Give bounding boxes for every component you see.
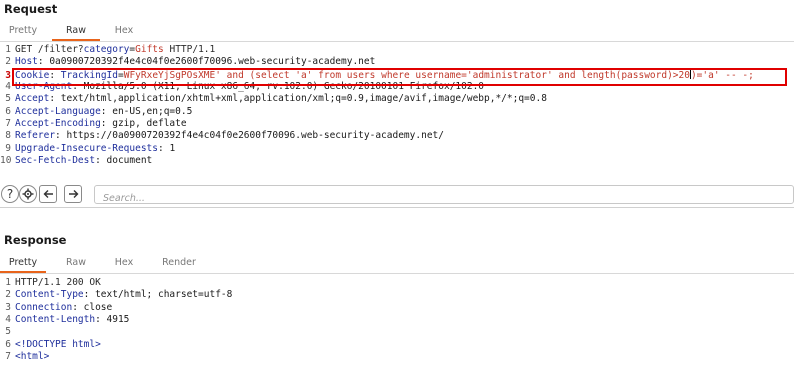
request-tabbar: Pretty Raw Hex xyxy=(0,21,794,42)
code-token: Accept xyxy=(15,93,50,105)
line-number: 1 xyxy=(5,277,11,288)
line-number: 3 xyxy=(5,301,11,313)
search-box[interactable] xyxy=(94,185,794,207)
line-number: 10 xyxy=(0,155,12,167)
code-token: Accept-Encoding xyxy=(15,118,101,130)
help-icon[interactable]: ? xyxy=(1,185,19,203)
code-token: Host xyxy=(15,56,38,68)
code-token: WFyRxeYjSgPOsXME' and (select 'a' from u… xyxy=(123,69,690,81)
response-line: 3 Connection: close xyxy=(0,302,794,314)
code-token: GET /filter? xyxy=(15,44,84,55)
code-token: HTTP/1.1 200 OK xyxy=(15,277,101,288)
response-line: 7 <html> xyxy=(0,351,794,363)
request-line: 7 Accept-Encoding: gzip, deflate xyxy=(0,118,794,130)
code-token: TrackingId xyxy=(60,69,118,81)
response-line: 2 Content-Type: text/html; charset=utf-8 xyxy=(0,289,794,301)
request-tab-pretty[interactable]: Pretty xyxy=(0,21,46,40)
line-number: 7 xyxy=(5,118,11,130)
request-line: 8 Referer: https://0a0900720392f4e4c04f0e… xyxy=(0,130,794,142)
settings-icon[interactable] xyxy=(19,185,37,203)
code-token: HTTP/1.1 xyxy=(163,44,216,55)
line-number: 5 xyxy=(5,326,11,338)
code-token: Upgrade-Insecure-Requests xyxy=(15,142,158,154)
code-token: : xyxy=(49,69,61,81)
response-tab-pretty[interactable]: Pretty xyxy=(0,253,46,273)
line-number: 9 xyxy=(5,142,11,154)
request-line: 2 Host: 0a0900720392f4e4c04f0e2600f70096.… xyxy=(0,56,794,68)
back-arrow-icon[interactable] xyxy=(39,185,57,203)
code-token: User-Agent xyxy=(15,81,73,93)
code-token: : gzip, deflate xyxy=(100,118,187,130)
code-token: <html> xyxy=(15,351,50,363)
response-line: 1 HTTP/1.1 200 OK xyxy=(0,277,794,289)
search-toolbar: ? xyxy=(0,183,794,207)
line-number: 2 xyxy=(5,289,11,301)
request-title: Request xyxy=(4,2,58,16)
request-line: 4 User-Agent: Mozilla/5.0 (X11; Linux x86… xyxy=(0,81,794,93)
request-tab-hex[interactable]: Hex xyxy=(102,21,146,40)
code-token: Referer xyxy=(15,130,56,142)
line-number: 5 xyxy=(5,93,11,105)
code-token: : close xyxy=(72,301,113,313)
request-line: 5 Accept: text/html,application/xhtml+xml… xyxy=(0,93,794,105)
line-number: 2 xyxy=(5,56,11,68)
code-token: Sec-Fetch-Dest xyxy=(15,155,96,167)
response-line: 5 xyxy=(0,326,794,338)
code-token: Cookie xyxy=(15,69,50,81)
code-token: : 0a0900720392f4e4c04f0e2600f70096.web-s… xyxy=(37,56,376,68)
response-tab-render[interactable]: Render xyxy=(152,253,206,272)
code-token: : https://0a0900720392f4e4c04f0e2600f700… xyxy=(55,130,444,142)
response-line: 4 Content-Length: 4915 xyxy=(0,314,794,326)
request-line: 6 Accept-Language: en-US,en;q=0.5 xyxy=(0,106,794,118)
code-token: Content-Type xyxy=(15,289,84,301)
code-token: <!DOCTYPE html> xyxy=(15,338,101,350)
request-line: 10 Sec-Fetch-Dest: document xyxy=(0,155,794,167)
search-input[interactable] xyxy=(95,190,794,207)
panel-divider xyxy=(0,207,794,208)
code-token: Content-Length xyxy=(15,314,96,326)
code-token: category xyxy=(83,44,130,55)
code-token: )='a' -- -; xyxy=(690,69,754,81)
request-line: 1 GET /filter?category=Gifts HTTP/1.1 xyxy=(0,44,794,56)
code-token: : text/html; charset=utf-8 xyxy=(83,289,233,301)
response-line: 6 <!DOCTYPE html> xyxy=(0,339,794,351)
line-number: 4 xyxy=(5,314,11,326)
code-token: : 1 xyxy=(158,142,176,154)
code-token: Accept-Language xyxy=(15,105,101,117)
code-token: : document xyxy=(95,155,153,167)
request-line: 3 Cookie: TrackingId=WFyRxeYjSgPOsXME' an… xyxy=(0,68,794,81)
line-number: 7 xyxy=(5,351,11,363)
code-token: Gifts xyxy=(135,44,164,55)
line-number: 6 xyxy=(5,105,11,117)
code-token: : text/html,application/xhtml+xml,applic… xyxy=(49,93,547,105)
line-number: 8 xyxy=(5,130,11,142)
forward-arrow-icon[interactable] xyxy=(64,185,82,203)
response-viewer[interactable]: 1 HTTP/1.1 200 OK 2 Content-Type: text/html… xyxy=(0,277,794,369)
code-token: : 4915 xyxy=(95,314,130,326)
request-editor[interactable]: 1 GET /filter?category=Gifts HTTP/1.1 2 Hos… xyxy=(0,44,794,178)
line-number: 6 xyxy=(5,338,11,350)
line-number: 1 xyxy=(5,44,11,55)
code-token: Connection xyxy=(15,301,73,313)
response-title: Response xyxy=(4,233,67,247)
request-tab-raw[interactable]: Raw xyxy=(52,21,100,41)
response-tabbar: Pretty Raw Hex Render xyxy=(0,253,794,274)
response-tab-raw[interactable]: Raw xyxy=(52,253,100,272)
code-token: : en-US,en;q=0.5 xyxy=(100,105,193,117)
response-tab-hex[interactable]: Hex xyxy=(102,253,146,272)
code-token: : Mozilla/5.0 (X11; Linux x86_64; rv:102… xyxy=(72,81,485,93)
line-number: 4 xyxy=(5,81,11,93)
request-line: 9 Upgrade-Insecure-Requests: 1 xyxy=(0,143,794,155)
